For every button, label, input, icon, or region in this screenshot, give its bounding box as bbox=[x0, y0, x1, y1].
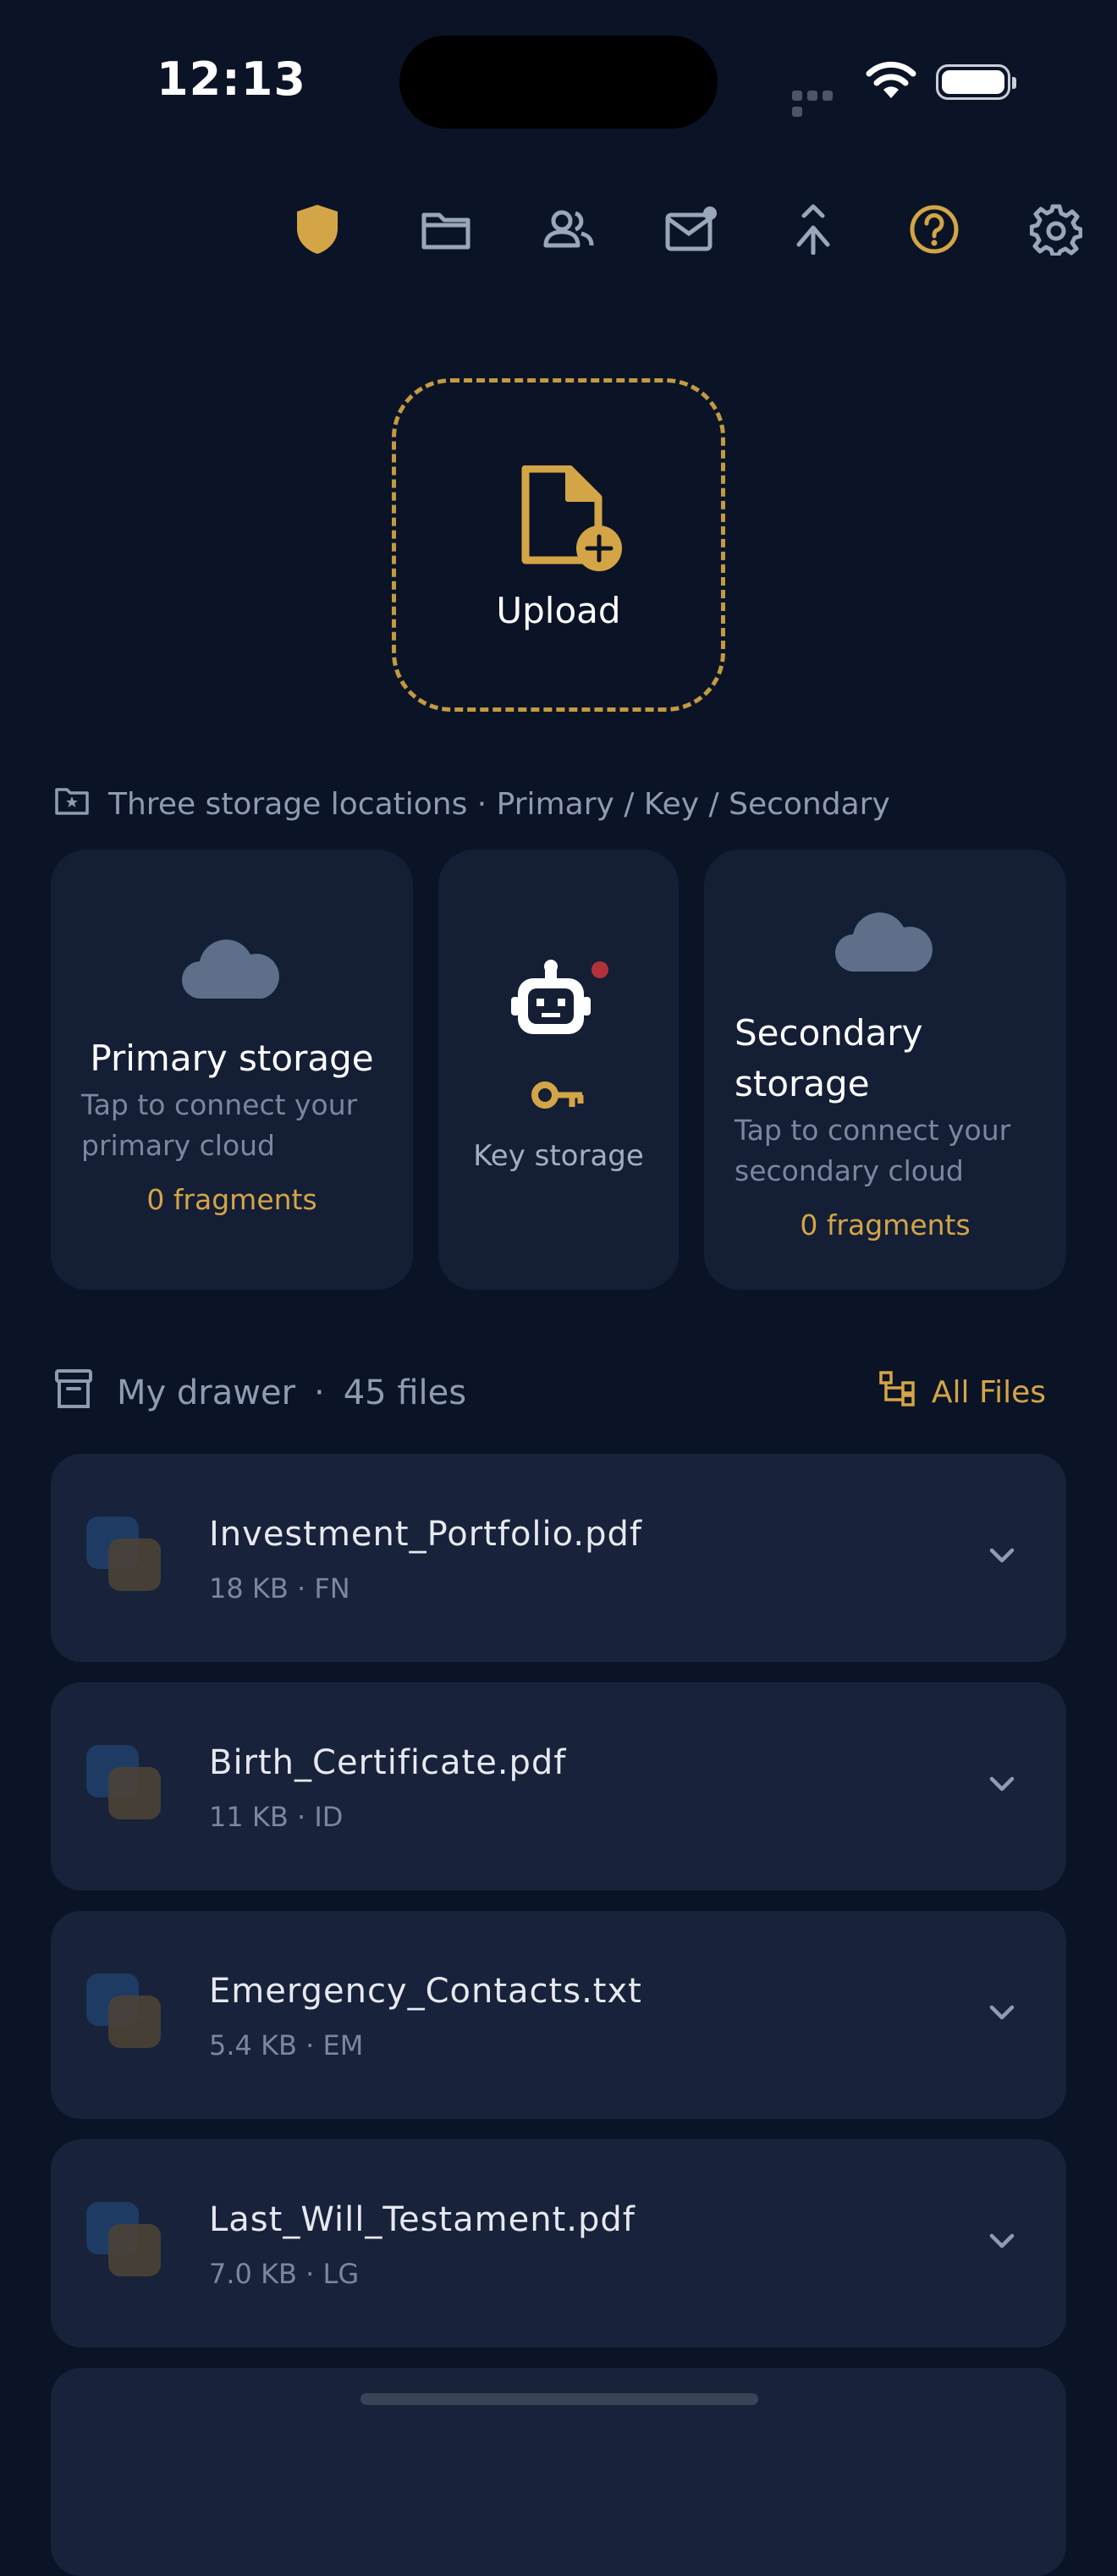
shield-icon[interactable] bbox=[288, 200, 347, 259]
file-meta: 18 KB · FN bbox=[209, 1572, 350, 1604]
robot-icon bbox=[511, 960, 613, 1056]
key-storage-title: Key storage bbox=[473, 1139, 644, 1173]
primary-storage-subtitle-2: primary cloud bbox=[81, 1129, 276, 1162]
dynamic-island bbox=[399, 36, 718, 129]
cellular-signal-icon bbox=[792, 88, 850, 117]
secondary-storage-subtitle-1: Tap to connect your bbox=[735, 1114, 1011, 1147]
chevron-down-icon[interactable] bbox=[985, 1995, 1019, 2033]
gear-icon[interactable] bbox=[1026, 200, 1086, 259]
primary-storage-fragments: 0 fragments bbox=[146, 1183, 317, 1216]
secondary-storage-subtitle-2: secondary cloud bbox=[735, 1154, 964, 1187]
archive-icon bbox=[54, 1368, 93, 1418]
drawer-count: 45 files bbox=[343, 1373, 467, 1412]
drawer-separator: · bbox=[314, 1373, 325, 1412]
file-row[interactable]: Emergency_Contacts.txt 5.4 KB · EM bbox=[51, 1911, 1066, 2119]
merge-icon[interactable] bbox=[784, 200, 843, 259]
file-meta: 5.4 KB · EM bbox=[209, 2029, 364, 2061]
file-row[interactable]: Birth_Certificate.pdf 11 KB · ID bbox=[51, 1682, 1066, 1891]
folder-icon[interactable] bbox=[416, 200, 476, 259]
file-name: Birth_Certificate.pdf bbox=[209, 1743, 567, 1782]
help-icon[interactable] bbox=[905, 200, 964, 259]
storage-caption-text: Three storage locations · Primary / Key … bbox=[108, 787, 890, 822]
secondary-storage-title-2: storage bbox=[735, 1063, 870, 1104]
home-indicator[interactable] bbox=[360, 2393, 758, 2405]
battery-icon bbox=[936, 64, 1016, 100]
status-time: 12:13 bbox=[157, 52, 306, 106]
secondary-storage-fragments: 0 fragments bbox=[800, 1208, 971, 1241]
chevron-down-icon[interactable] bbox=[985, 1538, 1019, 1576]
tree-icon bbox=[879, 1371, 915, 1414]
primary-storage-title: Primary storage bbox=[90, 1038, 374, 1079]
primary-storage-subtitle-1: Tap to connect your bbox=[81, 1088, 358, 1121]
cloud-icon bbox=[834, 907, 936, 978]
file-row[interactable]: Last_Will_Testament.pdf 7.0 KB · LG bbox=[51, 2139, 1066, 2348]
file-name: Emergency_Contacts.txt bbox=[209, 1972, 642, 2011]
mail-icon[interactable] bbox=[662, 200, 721, 259]
upload-label: Upload bbox=[496, 590, 621, 631]
primary-storage-card[interactable]: Primary storage Tap to connect your prim… bbox=[51, 850, 413, 1290]
secondary-storage-title-1: Secondary bbox=[735, 1012, 923, 1054]
folder-star-icon bbox=[54, 785, 90, 823]
file-name: Investment_Portfolio.pdf bbox=[209, 1515, 642, 1554]
secondary-storage-card[interactable]: Secondary storage Tap to connect your se… bbox=[704, 850, 1066, 1290]
key-icon bbox=[531, 1082, 586, 1115]
drawer-title: My drawer bbox=[117, 1373, 296, 1412]
wifi-icon bbox=[865, 61, 917, 103]
file-name: Last_Will_Testament.pdf bbox=[209, 2200, 636, 2239]
drawer-header: My drawer · 45 files bbox=[54, 1368, 466, 1418]
upload-button[interactable]: Upload bbox=[392, 378, 725, 712]
file-add-icon bbox=[519, 465, 624, 575]
chevron-down-icon[interactable] bbox=[985, 1767, 1019, 1804]
file-meta: 7.0 KB · LG bbox=[209, 2258, 360, 2290]
file-thumbnail bbox=[86, 1745, 164, 1823]
cloud-icon bbox=[181, 934, 283, 1005]
file-row[interactable]: Investment_Portfolio.pdf 18 KB · FN bbox=[51, 1454, 1066, 1662]
people-icon[interactable] bbox=[539, 200, 598, 259]
file-thumbnail bbox=[86, 1516, 164, 1594]
file-meta: 11 KB · ID bbox=[209, 1801, 344, 1833]
file-thumbnail bbox=[86, 2202, 164, 2280]
all-files-button[interactable]: All Files bbox=[879, 1371, 1046, 1414]
chevron-down-icon[interactable] bbox=[985, 2224, 1019, 2261]
key-storage-card[interactable]: Key storage bbox=[438, 850, 679, 1290]
file-thumbnail bbox=[86, 1973, 164, 2051]
storage-caption: Three storage locations · Primary / Key … bbox=[54, 785, 890, 823]
all-files-label: All Files bbox=[931, 1375, 1046, 1410]
